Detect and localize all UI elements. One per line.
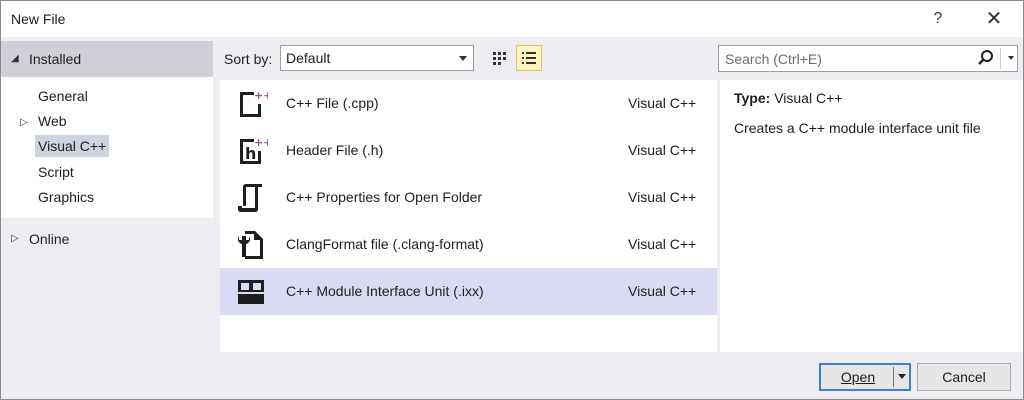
open-dropdown-chevron-icon[interactable] (898, 374, 906, 379)
details-description: Creates a C++ module interface unit file (734, 120, 981, 136)
small-icons-view-button[interactable] (486, 45, 512, 71)
installed-children: General ▷ Web Visual C++ Script Graphics (1, 77, 213, 218)
close-button[interactable]: ✕ (971, 1, 1017, 37)
expanded-triangle-icon[interactable]: ◢ (11, 53, 19, 64)
list-view-button[interactable] (516, 45, 542, 71)
template-row-cpp-file[interactable]: ++ C++ File (.cpp) Visual C++ (220, 80, 717, 127)
template-name: C++ Module Interface Unit (.ixx) (286, 283, 484, 299)
template-language: Visual C++ (628, 189, 697, 205)
template-row-clang-format[interactable]: ClangFormat file (.clang-format) Visual … (220, 221, 717, 268)
cpp-file-icon: ++ (240, 89, 268, 117)
properties-icon (238, 184, 262, 212)
sort-select[interactable]: Default (280, 45, 474, 71)
details-type-value: Visual C++ (774, 90, 843, 106)
template-language: Visual C++ (628, 142, 697, 158)
list-view-icon (522, 52, 536, 64)
clang-format-icon (237, 231, 263, 259)
small-icons-icon (493, 52, 506, 65)
category-tree: ◢ Installed General ▷ Web Visual C++ Scr… (1, 41, 213, 352)
collapsed-triangle-icon[interactable]: ▷ (11, 233, 19, 244)
split-separator (893, 367, 894, 387)
header-file-icon: h ++ (240, 136, 268, 164)
tree-node-installed[interactable]: ◢ Installed (1, 41, 213, 77)
help-button[interactable]: ? (915, 1, 961, 37)
svg-text:++: ++ (254, 89, 268, 102)
tree-item-general[interactable]: General (38, 85, 88, 107)
search-box[interactable]: Search (Ctrl+E) (718, 45, 1018, 72)
template-name: Header File (.h) (286, 142, 384, 158)
search-separator (1000, 48, 1001, 69)
search-icon[interactable] (977, 49, 995, 67)
open-button-label: Open (840, 369, 876, 385)
tree-item-web[interactable]: Web (38, 110, 67, 132)
template-name: ClangFormat file (.clang-format) (286, 236, 484, 252)
details-pane: Type: Visual C++ Creates a C++ module in… (720, 80, 1023, 352)
template-language: Visual C++ (628, 95, 697, 111)
title-bar: New File ? ✕ (1, 1, 1023, 37)
open-button[interactable]: Open (819, 363, 911, 391)
template-language: Visual C++ (628, 283, 697, 299)
template-row-header-file[interactable]: h ++ Header File (.h) Visual C++ (220, 127, 717, 174)
tree-node-online-label: Online (29, 231, 70, 247)
tree-item-script[interactable]: Script (38, 161, 74, 183)
template-row-properties[interactable]: C++ Properties for Open Folder Visual C+… (220, 174, 717, 221)
search-options-dropdown-icon[interactable] (1008, 56, 1014, 60)
template-language: Visual C++ (628, 236, 697, 252)
dialog-title: New File (11, 11, 66, 27)
template-list: ++ C++ File (.cpp) Visual C++ h ++ Heade… (220, 80, 717, 352)
sort-label: Sort by: (224, 51, 273, 67)
tree-item-graphics[interactable]: Graphics (38, 186, 94, 208)
template-name: C++ Properties for Open Folder (286, 189, 483, 205)
chevron-down-icon (459, 56, 467, 61)
template-name: C++ File (.cpp) (286, 95, 379, 111)
module-icon (238, 280, 264, 304)
tree-node-online[interactable]: ▷ Online (1, 229, 213, 253)
template-row-module-interface[interactable]: C++ Module Interface Unit (.ixx) Visual … (220, 268, 717, 315)
collapsed-triangle-icon[interactable]: ▷ (20, 117, 28, 128)
details-type-label: Type: (734, 90, 771, 106)
sort-selected-value: Default (286, 50, 331, 66)
search-input[interactable]: Search (Ctrl+E) (725, 51, 822, 67)
tree-node-installed-label: Installed (29, 51, 82, 67)
details-type: Type: Visual C++ (734, 90, 842, 106)
new-file-dialog: New File ? ✕ ◢ Installed General ▷ Web V… (0, 0, 1024, 400)
cancel-button[interactable]: Cancel (917, 363, 1011, 391)
svg-text:++: ++ (254, 136, 268, 149)
tree-item-visual-cpp[interactable]: Visual C++ (35, 135, 110, 157)
